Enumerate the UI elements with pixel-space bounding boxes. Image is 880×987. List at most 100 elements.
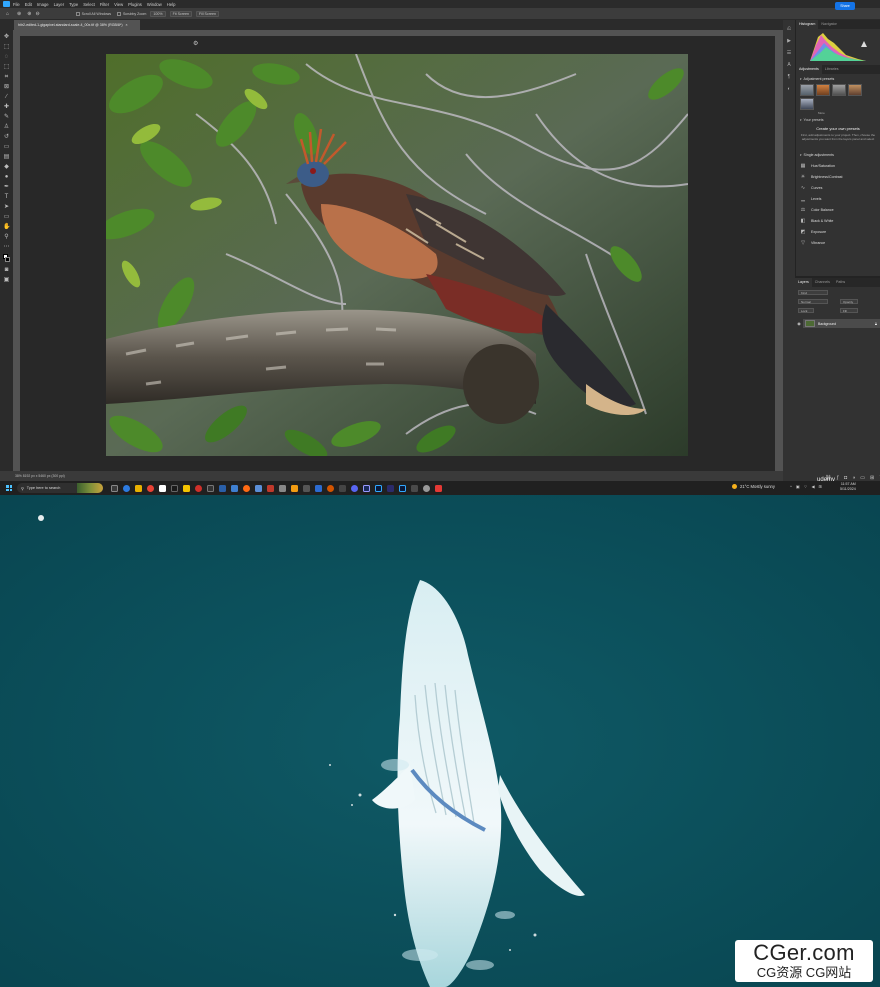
zoom-out-icon[interactable]: ⊖ [35,11,39,17]
bird-photo[interactable] [106,54,688,456]
app-icon[interactable] [183,484,190,492]
gradient-tool-icon[interactable]: ▤ [3,154,10,161]
adj-exposure[interactable]: ◩ Exposure [800,226,876,237]
blur-tool-icon[interactable]: ◆ [3,164,10,171]
clone-stamp-icon[interactable]: ♙ [3,124,10,131]
menu-filter[interactable]: Filter [100,2,109,7]
share-button[interactable]: Share [835,2,855,10]
app-icon[interactable] [303,484,310,492]
shield-icon[interactable] [315,484,322,492]
adj-curves[interactable]: ∿ Curves [800,182,876,193]
app-icon[interactable] [231,484,238,492]
close-tab-icon[interactable]: × [126,23,128,27]
tab-channels[interactable]: Channels [812,278,833,287]
discord-icon[interactable] [351,484,358,492]
menu-select[interactable]: Select [83,2,95,7]
opacity-field[interactable]: Opacity [840,299,858,304]
visibility-eye-icon[interactable]: ◉ [796,321,802,326]
history-brush-icon[interactable]: ↺ [3,134,10,141]
app-tray-icon[interactable]: ▣ [796,484,800,490]
lock-controls[interactable]: Lock [798,308,814,313]
home-icon[interactable]: ⌂ [6,11,9,17]
tab-libraries[interactable]: Libraries [822,65,842,74]
scroll-all-checkbox[interactable] [75,11,80,16]
adj-brightness-contrast[interactable]: ☀ Brightness/Contrast [800,171,876,182]
color-swatches-icon[interactable] [3,253,10,264]
edge-browser-icon[interactable] [123,484,130,492]
adj-hue-saturation[interactable]: ▦ Hue/Saturation [800,160,876,171]
chrome-icon[interactable] [147,484,154,492]
pen-tool-icon[interactable]: ✒ [3,184,10,191]
app-icon[interactable] [219,484,226,492]
tab-histogram[interactable]: Histogram [796,20,819,29]
scrubby-zoom-checkbox[interactable] [117,11,121,16]
more-tools-icon[interactable]: ⋯ [3,244,10,251]
color-panel-icon[interactable]: ◐ [786,86,792,92]
paragraph-panel-icon[interactable]: ¶ [786,74,792,80]
language-icon[interactable]: ⊞ [819,484,822,490]
fit-screen-button[interactable]: Fit Screen [169,10,192,17]
adjustment-presets-header[interactable]: ▾ Adjustment presets [796,74,880,84]
hand-tool-icon[interactable]: ✋ [3,224,10,231]
volume-icon[interactable]: ◀ [811,484,814,490]
tab-layers[interactable]: Layers [795,278,812,287]
object-select-tool-icon[interactable]: ⬚ [3,64,10,71]
artboard-tool-icon[interactable]: ⬚ [3,44,10,51]
single-adjustments-header[interactable]: ▾ Single adjustments [796,150,880,160]
premiere-icon[interactable] [363,484,370,492]
app-icon[interactable] [387,484,394,492]
frame-tool-icon[interactable]: ⊠ [3,84,10,91]
your-presets-label[interactable]: Your presets [804,118,824,122]
brush-tool-icon[interactable]: ✎ [3,114,10,121]
fill-field[interactable]: Fill [840,308,858,313]
settings-gear-icon[interactable] [423,484,430,492]
store-icon[interactable] [159,484,166,492]
taskbar-search[interactable]: ⚲ Type here to search [17,483,103,493]
menu-file[interactable]: File [13,2,20,7]
photoshop-task-icon[interactable] [399,484,406,492]
chevron-up-icon[interactable]: ^ [790,484,792,490]
screen-mode-icon[interactable]: ▣ [3,277,10,284]
menu-type[interactable]: Type [69,2,78,7]
tab-navigator[interactable]: Navigator [818,20,839,29]
zoom-in-icon[interactable]: ⊕ [27,11,31,17]
eraser-tool-icon[interactable]: ▭ [3,144,10,151]
photoshop-task-icon[interactable] [375,484,382,492]
menu-edit[interactable]: Edit [25,2,32,7]
preset-thumb[interactable] [800,98,814,110]
character-panel-icon[interactable]: A [786,62,792,68]
move-tool-icon[interactable]: ✥ [3,34,10,41]
adj-color-balance[interactable]: ⚖ Color Balance [800,204,876,215]
menu-help[interactable]: Help [167,2,176,7]
firefox-icon[interactable] [243,484,250,492]
weather-widget[interactable]: 21°C Mostly sunny [732,484,775,489]
quick-mask-icon[interactable]: ◙ [3,267,10,274]
app-icon[interactable] [207,484,214,492]
adj-levels[interactable]: ▁ Levels [800,193,876,204]
lasso-tool-icon[interactable]: ◌ [3,54,10,61]
layer-row-background[interactable]: ◉ Background 🔒︎ [797,319,880,328]
history-panel-icon[interactable]: ⎌ [786,26,792,32]
menu-layer[interactable]: Layer [54,2,64,7]
document-tab[interactable]: hitr2-edited-1-gigapixel-standard-scale-… [14,20,140,30]
tab-paths[interactable]: Paths [833,278,848,287]
network-icon[interactable]: ⌔ [804,484,808,490]
path-select-icon[interactable]: ➤ [3,204,10,211]
zoom-tool-icon[interactable]: ⊕ [17,11,21,17]
app-icon[interactable] [327,484,334,492]
dodge-tool-icon[interactable]: ● [3,174,10,181]
adj-vibrance[interactable]: ▽ Vibrance [800,237,876,248]
app-icon[interactable] [339,484,346,492]
eyedropper-tool-icon[interactable]: ∕ [3,94,10,101]
healing-brush-icon[interactable]: ✚ [3,104,10,111]
rectangle-tool-icon[interactable]: ▭ [3,214,10,221]
properties-panel-icon[interactable]: ☰ [786,50,792,56]
taskbar-clock[interactable]: 11:57 AM 5/11/2024 [840,482,856,492]
preset-thumb[interactable] [800,84,814,96]
app-icon[interactable] [171,484,178,492]
adj-black-white[interactable]: ◧ Black & White [800,215,876,226]
app-icon[interactable] [255,484,262,492]
file-explorer-icon[interactable] [135,484,142,492]
app-icon[interactable] [435,484,442,492]
task-view-icon[interactable] [111,484,118,492]
